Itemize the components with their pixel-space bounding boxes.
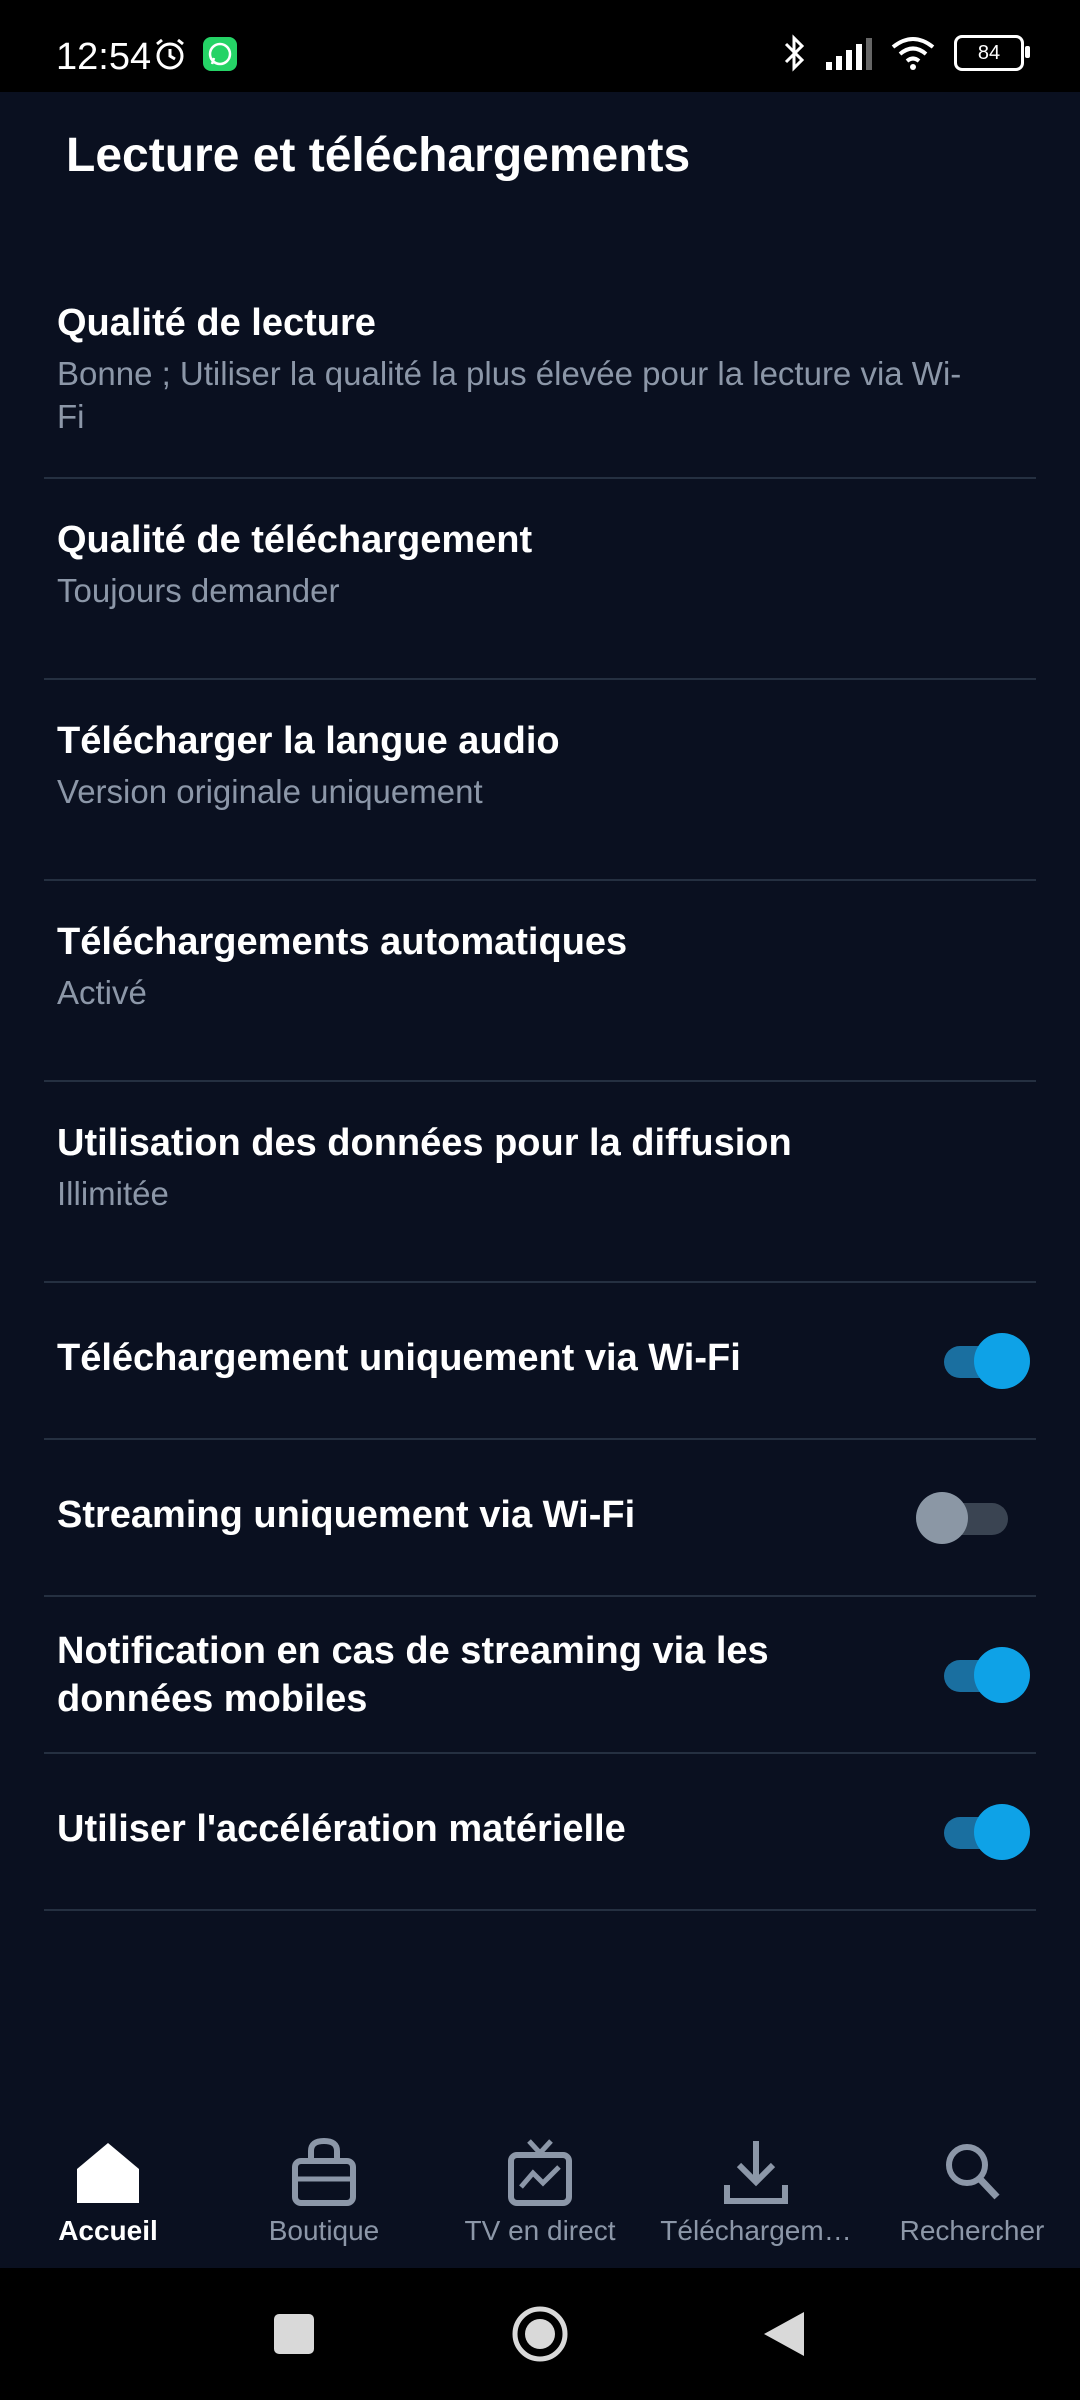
setting-playback-quality[interactable]: Qualité de lecture Bonne ; Utiliser la q… <box>44 262 1036 479</box>
setting-value: Toujours demander <box>57 572 340 609</box>
download-icon <box>724 2141 788 2204</box>
setting-label: Notification en cas de streaming via les… <box>57 1630 769 1720</box>
setting-label: Utiliser l'accélération matérielle <box>57 1808 626 1850</box>
nav-home[interactable]: Accueil <box>0 2105 216 2268</box>
settings-list: Qualité de lecture Bonne ; Utiliser la q… <box>44 262 1036 1911</box>
setting-streaming-wifi-only[interactable]: Streaming uniquement via Wi-Fi <box>44 1440 1036 1597</box>
setting-label: Télécharger la langue audio <box>57 720 560 762</box>
nav-label: Accueil <box>58 2215 158 2246</box>
app-screen: Lecture et téléchargements Qualité de le… <box>0 92 1080 2268</box>
system-navigation-bar <box>0 2268 1080 2400</box>
setting-auto-downloads[interactable]: Téléchargements automatiques Activé <box>44 881 1036 1082</box>
status-time: 12:54 <box>56 36 152 78</box>
setting-label: Streaming uniquement via Wi-Fi <box>57 1494 636 1536</box>
streaming-wifi-only-toggle[interactable] <box>916 1490 1008 1546</box>
wifi-icon <box>891 37 935 70</box>
download-wifi-only-toggle[interactable] <box>938 1332 1030 1389</box>
setting-download-audio-language[interactable]: Télécharger la langue audio Version orig… <box>44 680 1036 881</box>
setting-download-quality[interactable]: Qualité de téléchargement Toujours deman… <box>44 479 1036 680</box>
recent-apps-button[interactable] <box>272 2304 316 2364</box>
alarm-icon <box>156 38 184 70</box>
setting-label: Qualité de lecture <box>57 302 376 344</box>
battery-level: 84 <box>977 41 1001 64</box>
nav-downloads[interactable]: Téléchargem… <box>648 2105 864 2268</box>
search-icon <box>946 2144 1000 2200</box>
nav-live-tv[interactable]: TV en direct <box>432 2105 648 2268</box>
page-title: Lecture et téléchargements <box>66 129 691 182</box>
nav-label: TV en direct <box>464 2215 616 2246</box>
home-button[interactable] <box>510 2304 570 2364</box>
nav-store[interactable]: Boutique <box>216 2105 432 2268</box>
setting-hardware-acceleration[interactable]: Utiliser l'accélération matérielle <box>44 1754 1036 1911</box>
setting-mobile-data-notification[interactable]: Notification en cas de streaming via les… <box>44 1597 1036 1754</box>
mobile-data-notification-toggle[interactable] <box>938 1646 1030 1703</box>
setting-label: Qualité de téléchargement <box>57 519 533 561</box>
setting-value: Illimitée <box>57 1175 169 1212</box>
setting-streaming-data-usage[interactable]: Utilisation des données pour la diffusio… <box>44 1082 1036 1283</box>
setting-label: Utilisation des données pour la diffusio… <box>57 1122 792 1164</box>
battery-indicator: 84 <box>954 35 1030 71</box>
whatsapp-icon <box>203 37 237 71</box>
setting-value: Activé <box>57 974 147 1011</box>
nav-label: Boutique <box>268 2215 380 2246</box>
home-icon <box>77 2143 139 2203</box>
shopping-bag-icon <box>292 2137 356 2206</box>
setting-value: Version originale uniquement <box>57 773 483 810</box>
bottom-navigation: Accueil Boutique TV en direct Télécharge… <box>0 2105 1080 2268</box>
hardware-acceleration-toggle[interactable] <box>938 1803 1030 1860</box>
nav-search[interactable]: Rechercher <box>864 2105 1080 2268</box>
setting-value: Bonne ; Utiliser la qualité la plus élev… <box>57 355 962 435</box>
setting-label: Téléchargements automatiques <box>57 921 628 963</box>
setting-download-wifi-only[interactable]: Téléchargement uniquement via Wi-Fi <box>44 1283 1036 1440</box>
signal-icon <box>826 38 872 70</box>
setting-label: Téléchargement uniquement via Wi-Fi <box>57 1337 741 1379</box>
bluetooth-icon <box>784 34 805 72</box>
back-button[interactable] <box>758 2304 808 2364</box>
nav-label: Téléchargem… <box>660 2215 852 2246</box>
live-tv-icon <box>508 2139 572 2206</box>
nav-label: Rechercher <box>899 2215 1045 2246</box>
status-bar: 12:54 84 <box>0 0 1080 92</box>
